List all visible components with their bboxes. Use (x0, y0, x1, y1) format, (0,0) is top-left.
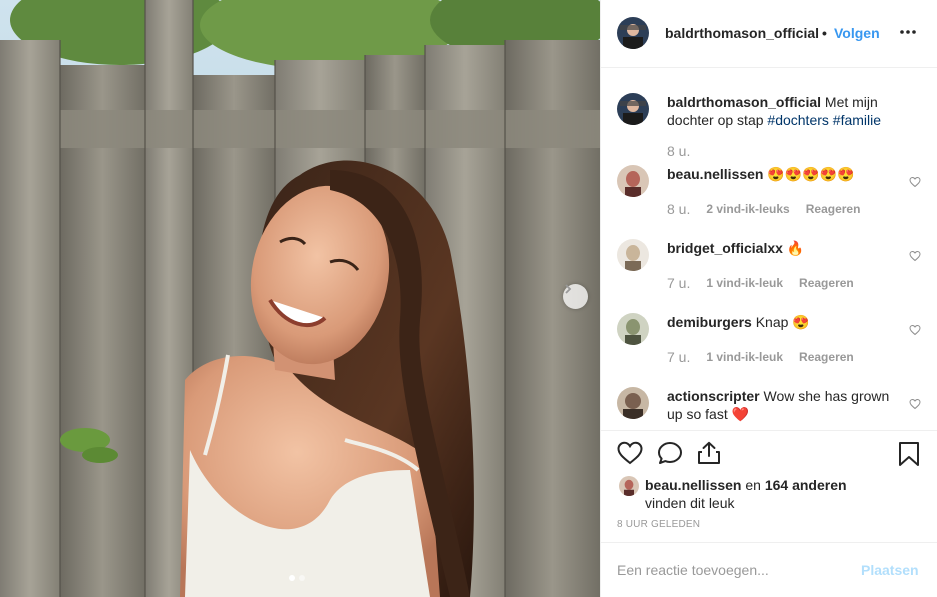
like-comment-heart-icon[interactable] (909, 249, 921, 265)
author-username[interactable]: baldrthomason_official (665, 25, 819, 41)
hashtag[interactable]: #dochters (767, 112, 828, 128)
comment-username[interactable]: bridget_officialxx (667, 240, 783, 256)
comment-meta: 7 u. 1 vind-ik-leuk Reageren (667, 275, 854, 291)
avatar[interactable] (617, 93, 649, 125)
like-comment-heart-icon[interactable] (909, 175, 921, 191)
next-photo-button[interactable] (563, 284, 588, 309)
post-timestamp[interactable]: 8 uur geleden (617, 519, 700, 530)
comment-time: 7 u. (667, 275, 691, 291)
post-header: baldrthomason_official • Volgen (601, 0, 937, 68)
avatar[interactable] (617, 17, 649, 49)
chevron-right-icon (565, 284, 572, 294)
avatar[interactable] (619, 476, 639, 496)
comment-body: 🔥 (782, 240, 805, 256)
comment-likes[interactable]: 1 vind-ik-leuk (706, 276, 783, 290)
comment-icon[interactable] (657, 441, 683, 468)
liker-username[interactable]: beau.nellissen (645, 477, 741, 493)
carousel-dot-active (289, 575, 295, 581)
follow-separator: • (822, 25, 827, 41)
caption-time: 8 u. (667, 143, 691, 159)
comment-username[interactable]: beau.nellissen (667, 166, 763, 182)
follow-button[interactable]: Volgen (834, 25, 880, 41)
likes-suffix: vinden dit leuk (645, 495, 735, 511)
more-options-icon[interactable] (899, 22, 917, 47)
reply-button[interactable]: Reageren (799, 276, 854, 290)
likes-text: beau.nellissen en 164 anderen vinden dit… (645, 476, 905, 512)
others-link[interactable]: 164 anderen (765, 477, 847, 493)
like-comment-heart-icon[interactable] (909, 323, 921, 339)
avatar[interactable] (617, 165, 649, 197)
carousel-indicator (289, 575, 305, 581)
comment-time: 8 u. (667, 201, 691, 217)
comment-meta: 8 u. 2 vind-ik-leuks Reageren (667, 201, 860, 217)
post-comment-button[interactable]: Plaatsen (861, 562, 919, 578)
post-photo[interactable] (0, 0, 600, 597)
caption-meta: 8 u. (667, 143, 706, 159)
comments-list[interactable]: baldrthomason_official Met mijn dochter … (601, 69, 937, 430)
comment-text: actionscripter Wow she has grown up so f… (667, 387, 907, 423)
caption-username[interactable]: baldrthomason_official (667, 94, 821, 110)
photo-image (0, 0, 600, 597)
comment-likes[interactable]: 1 vind-ik-leuk (706, 350, 783, 364)
comment-time: 7 u. (667, 349, 691, 365)
comment-text: demiburgers Knap 😍 (667, 313, 907, 331)
comment-text: bridget_officialxx 🔥 (667, 239, 907, 257)
likes-connector: en (741, 477, 765, 493)
add-comment-bar: Plaatsen (601, 542, 937, 597)
avatar[interactable] (617, 387, 649, 419)
comment-body: Knap 😍 (751, 314, 810, 330)
comment-username[interactable]: demiburgers (667, 314, 752, 330)
comment-body: 😍😍😍😍😍 (763, 166, 855, 182)
avatar[interactable] (617, 313, 649, 345)
hashtag[interactable]: #familie (833, 112, 881, 128)
post-actions: beau.nellissen en 164 anderen vinden dit… (601, 430, 937, 542)
bookmark-icon[interactable] (898, 441, 920, 470)
comment-input[interactable] (617, 560, 847, 580)
carousel-dot (299, 575, 305, 581)
share-icon[interactable] (697, 441, 721, 468)
heart-icon[interactable] (617, 441, 643, 468)
like-comment-heart-icon[interactable] (909, 397, 921, 413)
caption-text: baldrthomason_official Met mijn dochter … (667, 93, 907, 129)
post-sidebar: baldrthomason_official • Volgen baldrtho… (600, 0, 937, 597)
reply-button[interactable]: Reageren (799, 350, 854, 364)
reply-button[interactable]: Reageren (806, 202, 861, 216)
comment-meta: 7 u. 1 vind-ik-leuk Reageren (667, 349, 854, 365)
comment-text: beau.nellissen 😍😍😍😍😍 (667, 165, 907, 183)
comment-username[interactable]: actionscripter (667, 388, 760, 404)
avatar[interactable] (617, 239, 649, 271)
comment-likes[interactable]: 2 vind-ik-leuks (706, 202, 789, 216)
